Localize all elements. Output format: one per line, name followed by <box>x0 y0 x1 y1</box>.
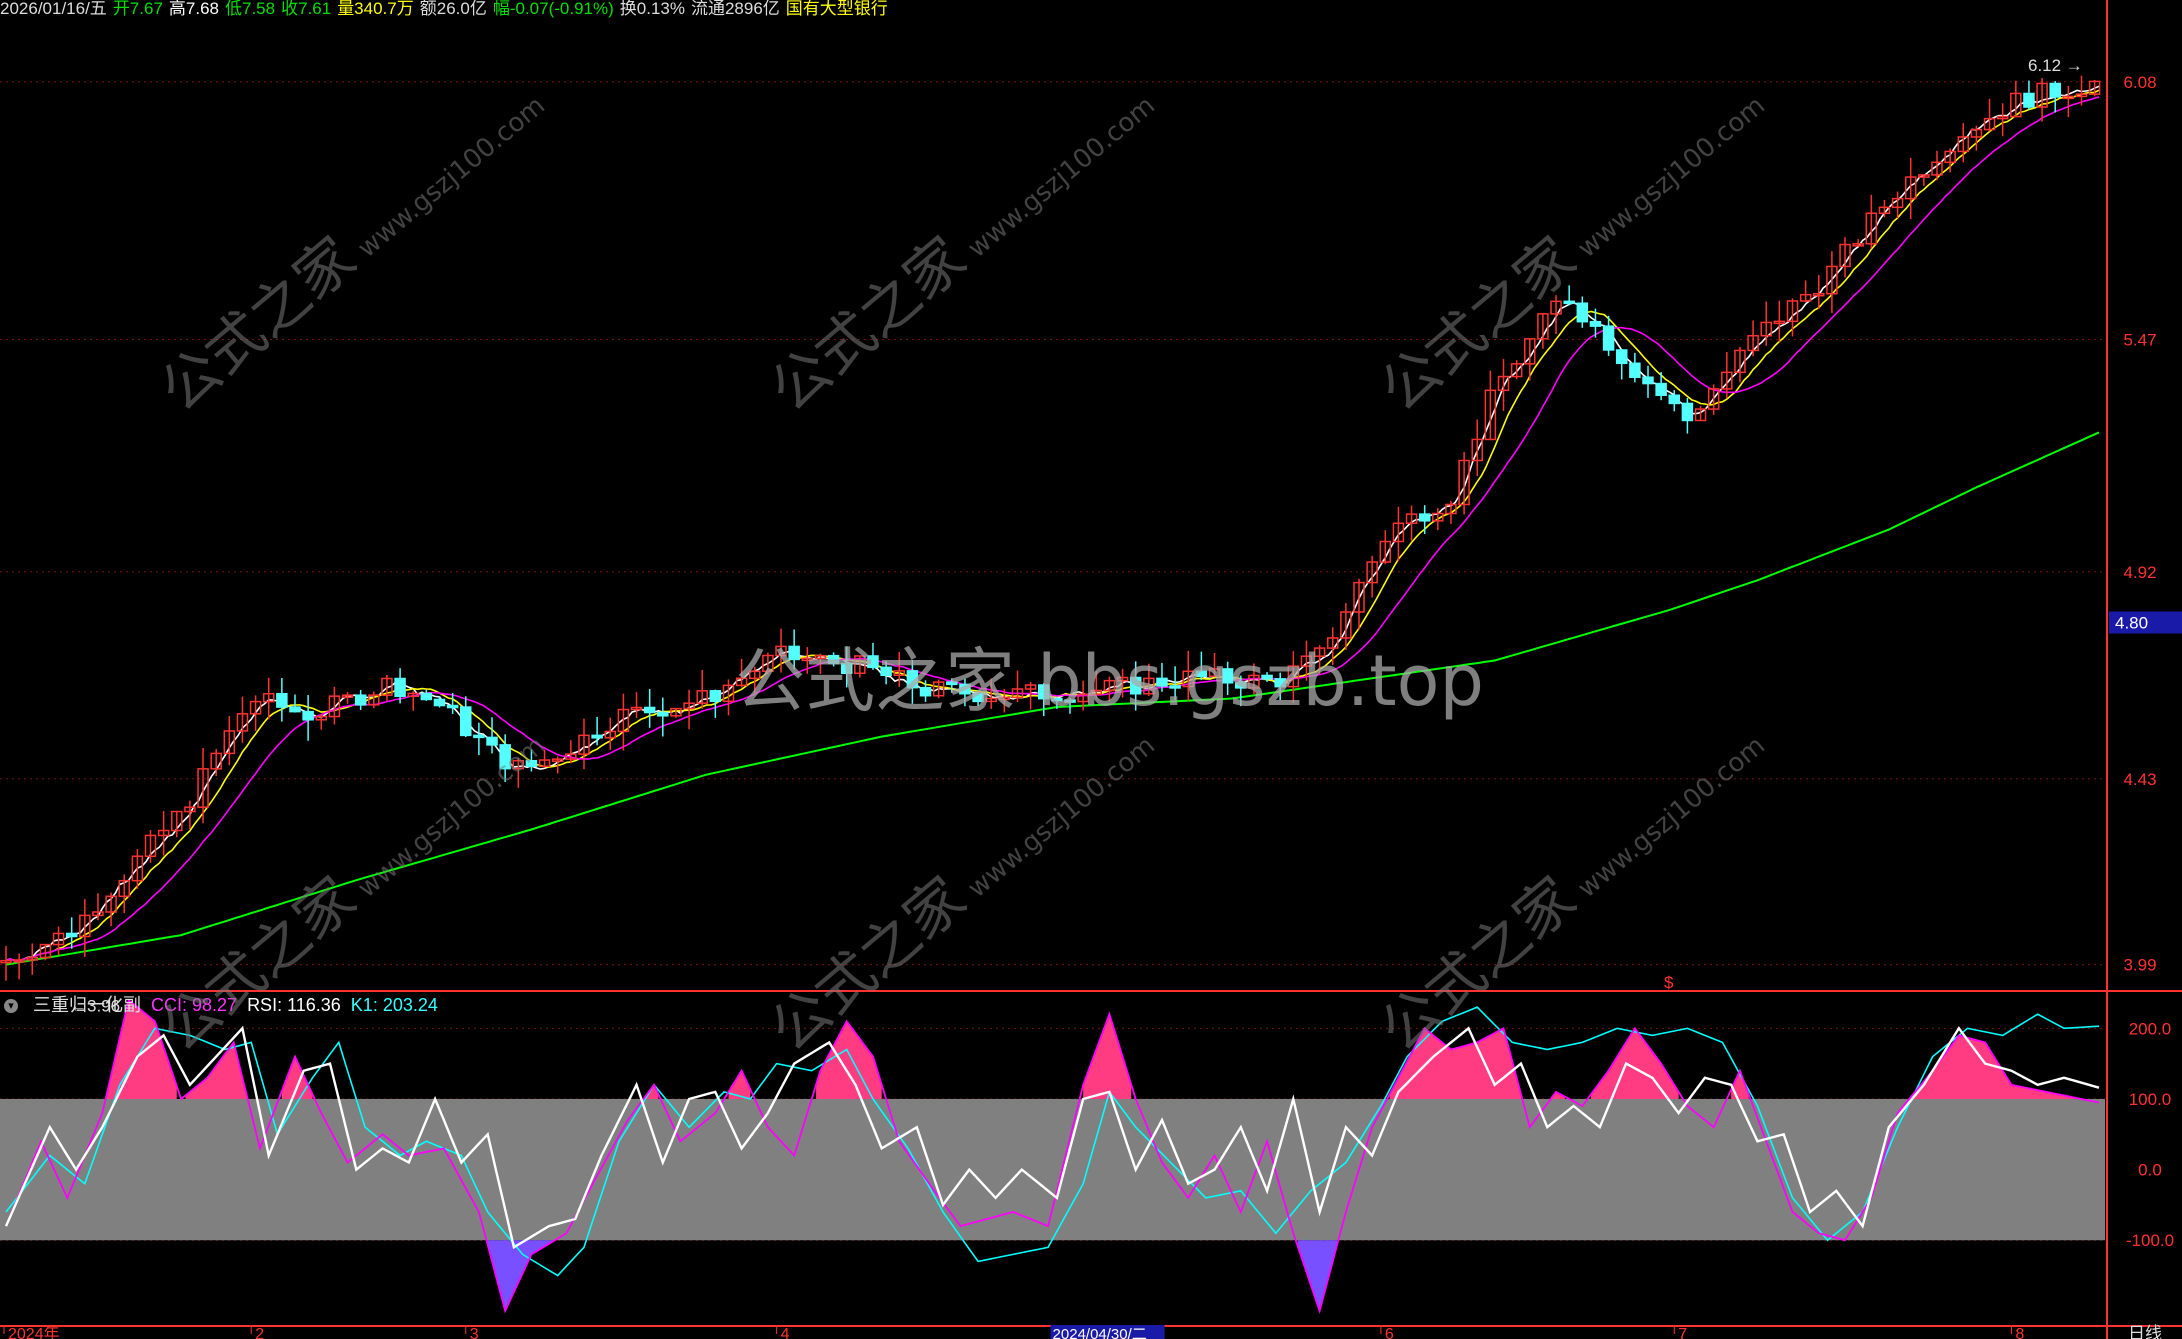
candle-body <box>591 734 603 739</box>
candle-body <box>499 744 511 770</box>
quote-turnover: 换0.13% <box>619 0 685 18</box>
rsi-value: RSI: 116.36 <box>247 995 341 1015</box>
candle-body <box>1681 402 1694 422</box>
price-tick-label: 6.08 <box>2123 73 2156 92</box>
quote-sector[interactable]: 国有大型银行 <box>786 0 888 18</box>
indicator-legend: ▾ 三重归一化副 CCI: 98.27 RSI: 116.36 K1: 203.24 <box>4 991 448 1017</box>
date-tick-label: 6 <box>1385 1326 1394 1339</box>
period-label: 日线 <box>2128 1324 2162 1339</box>
candle-body <box>420 692 433 701</box>
crosshair-date-label: 2024/04/30/二 <box>1053 1326 1147 1339</box>
overbought-fill <box>1083 1014 1132 1099</box>
price-tick-label: 4.43 <box>2123 770 2156 789</box>
indicator-band <box>0 1098 2105 1241</box>
candle-body <box>2049 82 2061 98</box>
ma20-line <box>5 96 2100 962</box>
indicator-tick-label: -100.0 <box>2126 1231 2174 1250</box>
price-tick-label: 5.47 <box>2123 330 2156 349</box>
overbought-fill <box>185 1042 247 1099</box>
candle-body <box>709 690 722 703</box>
k1-value: K1: 203.24 <box>350 995 438 1015</box>
current-price-label: 4.80 <box>2115 614 2148 633</box>
quote-date: 2026/01/16/五 <box>0 0 107 18</box>
candle-body <box>446 704 459 709</box>
candle-body <box>1615 349 1628 365</box>
price-tick-label: 3.99 <box>2123 956 2156 975</box>
quote-amount: 额26.0亿 <box>419 0 487 18</box>
signal-marker: $ <box>1664 973 1674 992</box>
candle-body <box>354 694 367 706</box>
quote-high: 高7.68 <box>168 0 219 18</box>
oversold-fill <box>1297 1240 1338 1311</box>
candle-body <box>65 932 78 938</box>
quote-change: 幅-0.07(-0.91%) <box>492 0 614 18</box>
candle-body <box>394 677 406 698</box>
moving-average-lines <box>5 85 2100 966</box>
candle-body <box>1418 513 1431 522</box>
quote-close: 收7.61 <box>281 0 332 18</box>
ma5-line <box>5 85 2100 962</box>
indicator-name[interactable]: 三重归一化副 <box>33 995 141 1015</box>
candle-body <box>525 759 538 767</box>
candle-body <box>460 706 472 737</box>
candlesticks <box>0 75 2101 981</box>
candle-body <box>1642 376 1654 385</box>
high-price-marker: 6.12 → <box>2028 56 2083 75</box>
quote-volume: 量340.7万 <box>337 0 414 18</box>
ma10-line <box>5 89 2100 962</box>
quote-low: 低7.58 <box>225 0 276 18</box>
candle-body <box>473 734 485 739</box>
candle-body <box>1589 320 1602 327</box>
price-tick-label: 4.92 <box>2123 563 2156 582</box>
candle-body <box>1576 302 1589 323</box>
quote-open: 开7.67 <box>112 0 163 18</box>
date-tick-label: 3 <box>470 1326 479 1339</box>
candle-body <box>1629 362 1641 378</box>
neutral-band <box>0 1098 2105 1241</box>
candle-body <box>1602 325 1615 351</box>
date-tick-label: 7 <box>1678 1326 1687 1339</box>
quote-info-bar: 2026/01/16/五 开7.67 高7.68 低7.58 收7.61 量340.7万额… <box>0 0 894 19</box>
candle-body <box>433 698 446 707</box>
candle-body <box>2023 92 2035 108</box>
candle-body <box>1563 300 1575 305</box>
date-tick-label: 2 <box>255 1326 264 1339</box>
candle-body <box>643 706 656 714</box>
quote-float: 流通2896亿 <box>690 0 780 18</box>
cci-value: CCI: 98.27 <box>151 995 238 1015</box>
center-watermark: 公式之家 bbs.gszb.top <box>735 640 1484 722</box>
candle-body <box>289 706 301 713</box>
candle-body <box>657 711 669 717</box>
candle-body <box>1668 394 1681 405</box>
date-tick-label: 4 <box>781 1326 790 1339</box>
indicator-tick-label: 0.0 <box>2138 1161 2162 1180</box>
collapse-icon[interactable]: ▾ <box>4 999 18 1014</box>
candle-body <box>302 710 314 721</box>
date-tick-label: 2024年 <box>8 1325 60 1339</box>
candle-body <box>276 692 288 708</box>
indicator-tick-label: 100.0 <box>2129 1090 2172 1109</box>
date-tick-label: 8 <box>2015 1326 2024 1339</box>
overbought-fill <box>1591 1028 1679 1099</box>
candle-body <box>1655 382 1667 396</box>
candle-body <box>486 736 498 746</box>
indicator-tick-label: 200.0 <box>2129 1019 2172 1038</box>
